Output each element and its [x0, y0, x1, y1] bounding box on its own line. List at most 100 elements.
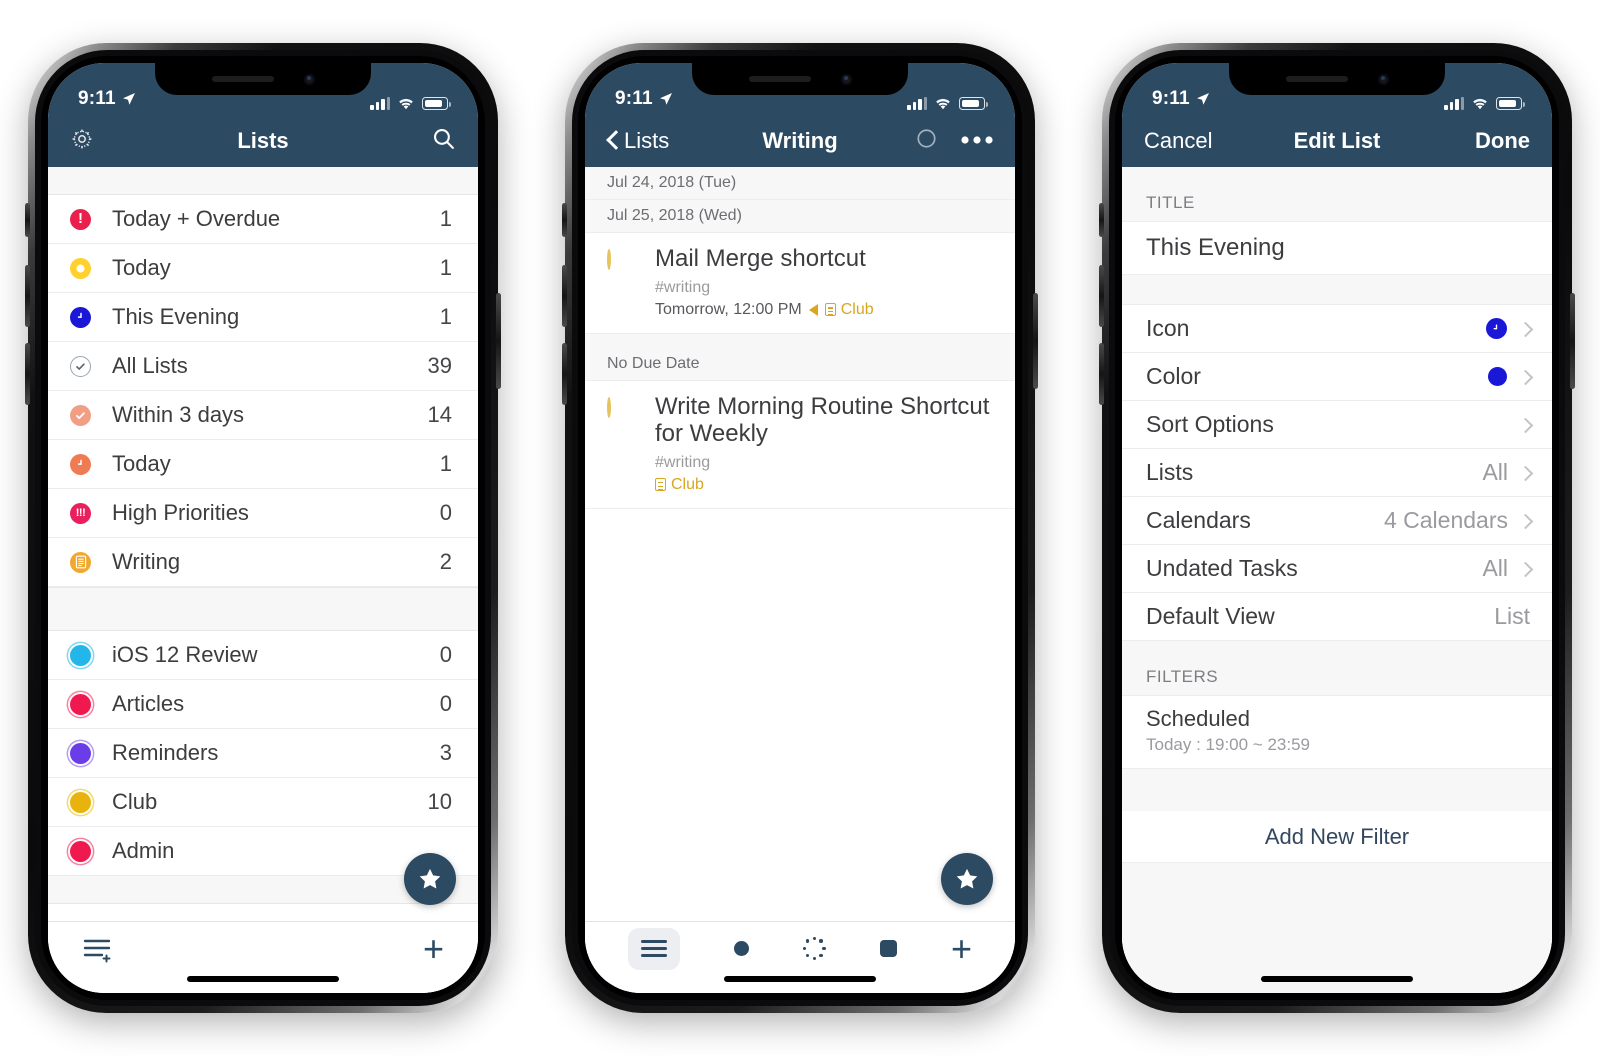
- mute-switch[interactable]: [25, 203, 30, 237]
- phone2-screen: 9:11 Lists Writing Jul 24, 2018 (Tue) Ju…: [585, 63, 1015, 993]
- home-indicator[interactable]: [187, 976, 339, 982]
- home-indicator[interactable]: [1261, 976, 1413, 982]
- gear-icon[interactable]: [70, 127, 94, 156]
- list-item[interactable]: Club 10: [48, 778, 478, 827]
- task-checkbox[interactable]: [607, 246, 655, 319]
- notch: [1229, 63, 1445, 95]
- star-fab-button[interactable]: [404, 853, 456, 905]
- square-tab[interactable]: [880, 940, 898, 957]
- list-tab[interactable]: [627, 927, 680, 970]
- mute-switch[interactable]: [1099, 203, 1104, 237]
- settings-row-calendars[interactable]: Calendars 4 Calendars: [1122, 496, 1552, 545]
- location-arrow-icon: [122, 93, 135, 105]
- volume-down-button[interactable]: [1099, 343, 1104, 405]
- volume-up-button[interactable]: [1099, 265, 1104, 327]
- edit-list-body[interactable]: TITLE This Evening Icon Color Sort Optio…: [1122, 167, 1552, 993]
- volume-up-button[interactable]: [562, 265, 567, 327]
- volume-down-button[interactable]: [25, 343, 30, 405]
- phone-lists-screen: 9:11 Lists ! Today + Overdue 1 Today 1 T…: [25, 43, 501, 1013]
- list-item-label: iOS 12 Review: [112, 642, 258, 667]
- list-item-count: 10: [427, 789, 452, 814]
- list-item[interactable]: Today 1: [48, 440, 478, 489]
- task-tag: #writing: [655, 278, 711, 296]
- list-item[interactable]: This Evening 1: [48, 293, 478, 342]
- filter-row[interactable]: Scheduled Today : 19:00 ~ 23:59: [1122, 695, 1552, 769]
- front-camera-icon: [1377, 73, 1389, 85]
- done-button[interactable]: Done: [1475, 128, 1530, 154]
- plus-icon[interactable]: +: [423, 930, 444, 967]
- list-item[interactable]: All Lists 39: [48, 342, 478, 391]
- mute-switch[interactable]: [562, 203, 567, 237]
- task-checkbox[interactable]: [607, 394, 655, 494]
- title-input[interactable]: This Evening: [1122, 221, 1552, 275]
- triple-bang-circle-icon: !!!: [70, 502, 112, 524]
- volume-down-button[interactable]: [562, 343, 567, 405]
- settings-row-icon[interactable]: Icon: [1122, 304, 1552, 353]
- section-header: Jul 24, 2018 (Tue): [585, 167, 1015, 200]
- list-item[interactable]: Writing 2: [48, 538, 478, 587]
- settings-row-default-view[interactable]: Default View List: [1122, 592, 1552, 641]
- nav-left-group: [70, 127, 94, 156]
- cancel-button[interactable]: Cancel: [1144, 128, 1212, 154]
- location-arrow-icon: [659, 93, 672, 105]
- list-item-label: Today + Overdue: [112, 206, 281, 231]
- task-list-name: Club: [671, 475, 704, 493]
- power-button[interactable]: [1033, 293, 1038, 389]
- list-item[interactable]: Today 1: [48, 244, 478, 293]
- settings-row-color[interactable]: Color: [1122, 352, 1552, 401]
- list-item-label: Within 3 days: [112, 402, 245, 427]
- list-item[interactable]: ! Today + Overdue 1: [48, 195, 478, 244]
- back-button[interactable]: Lists: [607, 128, 669, 154]
- task-list-name: Club: [840, 300, 874, 318]
- bottom-tab-bar: +: [585, 921, 1015, 993]
- list-item-count: 1: [439, 451, 452, 476]
- circle-icon[interactable]: [916, 128, 937, 154]
- settings-row-value: All: [1482, 555, 1508, 581]
- list-item[interactable]: iOS 12 Review 0: [48, 631, 478, 680]
- power-button[interactable]: [1570, 293, 1575, 389]
- list-item[interactable]: !!! High Priorities 0: [48, 489, 478, 538]
- settings-row-sort-options[interactable]: Sort Options: [1122, 400, 1552, 449]
- dotted-ring-icon: [802, 936, 827, 961]
- add-new-filter-button[interactable]: Add New Filter: [1122, 811, 1552, 863]
- star-fab-button[interactable]: [941, 853, 993, 905]
- add-list-icon[interactable]: [82, 935, 116, 963]
- task-row[interactable]: Mail Merge shortcut #writing Tomorrow, 1…: [585, 233, 1015, 334]
- location-arrow-icon: [1196, 93, 1209, 105]
- battery-icon: [1496, 97, 1525, 110]
- dot-tab[interactable]: [733, 941, 749, 956]
- top-spacer: [48, 167, 478, 195]
- settings-row-undated-tasks[interactable]: Undated Tasks All: [1122, 544, 1552, 593]
- list-item-count: 0: [439, 691, 452, 716]
- volume-up-button[interactable]: [25, 265, 30, 327]
- task-row[interactable]: Write Morning Routine Shortcut for Weekl…: [585, 380, 1015, 509]
- ring-circle-icon: [70, 693, 112, 715]
- task-list-badge: Club: [655, 476, 704, 494]
- home-indicator[interactable]: [724, 976, 876, 982]
- list-item[interactable]: Within 3 days 14: [48, 391, 478, 440]
- list-item-label: Today: [112, 255, 171, 280]
- task-tag: #writing: [655, 453, 711, 471]
- nav-right-group: Done: [1475, 128, 1530, 154]
- wifi-icon: [399, 98, 413, 110]
- list-item[interactable]: Articles 0: [48, 680, 478, 729]
- star-icon: [956, 868, 978, 889]
- chevron-left-icon: [607, 131, 618, 151]
- three-phone-showcase: 9:11 Lists ! Today + Overdue 1 Today 1 T…: [0, 0, 1600, 1056]
- task-title: Mail Merge shortcut: [655, 245, 866, 272]
- more-dots-icon[interactable]: [961, 132, 993, 150]
- list-item-label: Reminders: [112, 740, 219, 765]
- speaker-grille: [211, 76, 274, 82]
- settings-row-label: Sort Options: [1146, 411, 1274, 437]
- phone1-screen: 9:11 Lists ! Today + Overdue 1 Today 1 T…: [48, 63, 478, 993]
- battery-icon: [422, 97, 451, 110]
- add-tab[interactable]: +: [951, 930, 972, 967]
- settings-row-lists[interactable]: Lists All: [1122, 448, 1552, 497]
- phone-writing-list-screen: 9:11 Lists Writing Jul 24, 2018 (Tue) Ju…: [562, 43, 1038, 1013]
- hamburger-icon: [640, 940, 667, 957]
- power-button[interactable]: [496, 293, 501, 389]
- cellular-bars-icon: [370, 97, 390, 110]
- progress-tab[interactable]: [802, 936, 827, 961]
- search-icon[interactable]: [431, 126, 456, 156]
- list-item[interactable]: Reminders 3: [48, 729, 478, 778]
